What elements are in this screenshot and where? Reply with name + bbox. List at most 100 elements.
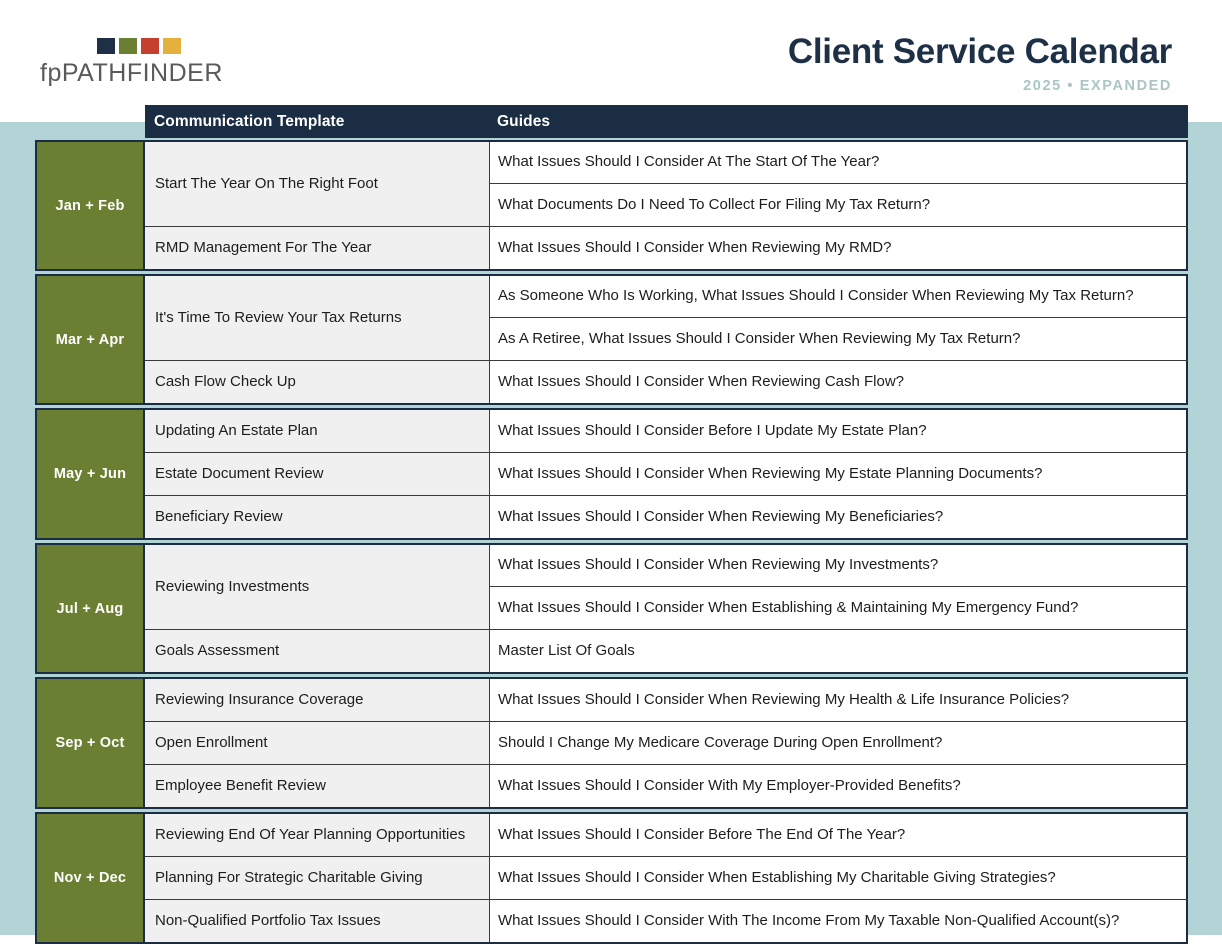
table-row: Open Enrollment Should I Change My Medica… [145, 722, 1188, 765]
logo-swatch-4 [163, 38, 181, 54]
guide-cell[interactable]: What Issues Should I Consider When Revie… [490, 545, 1186, 587]
logo-swatch-1 [97, 38, 115, 54]
communication-template-cell: It's Time To Review Your Tax Returns [145, 276, 490, 360]
section-rows: Reviewing Insurance Coverage What Issues … [145, 679, 1188, 807]
communication-template-cell: Estate Document Review [145, 453, 490, 495]
communication-template-cell: Employee Benefit Review [145, 765, 490, 807]
section-rows: Reviewing Investments What Issues Should … [145, 545, 1188, 672]
guide-cell[interactable]: What Issues Should I Consider Before The… [490, 814, 1186, 856]
guides-column: What Issues Should I Consider When Revie… [490, 679, 1188, 721]
page-header: fpPATHFINDER Client Service Calendar 202… [0, 0, 1222, 122]
communication-template-cell: Non-Qualified Portfolio Tax Issues [145, 900, 490, 942]
calendar-section: Mar + Apr It's Time To Review Your Tax Re… [35, 274, 1188, 405]
guides-column: What Issues Should I Consider At The Sta… [490, 142, 1188, 226]
guide-cell[interactable]: What Issues Should I Consider With My Em… [490, 765, 1186, 807]
communication-template-cell: Reviewing Investments [145, 545, 490, 629]
communication-template-cell: Beneficiary Review [145, 496, 490, 538]
table-row: Reviewing Investments What Issues Should … [145, 545, 1188, 630]
communication-template-cell: RMD Management For The Year [145, 227, 490, 269]
table-row: Updating An Estate Plan What Issues Shoul… [145, 410, 1188, 453]
table-row: Estate Document Review What Issues Should… [145, 453, 1188, 496]
guides-column: What Issues Should I Consider When Estab… [490, 857, 1188, 899]
guide-cell[interactable]: What Issues Should I Consider Before I U… [490, 410, 1186, 452]
calendar-section: Sep + Oct Reviewing Insurance Coverage Wha… [35, 677, 1188, 809]
guides-column: What Issues Should I Consider When Revie… [490, 496, 1188, 538]
column-header-guides: Guides [497, 112, 551, 130]
table-row: RMD Management For The Year What Issues S… [145, 227, 1188, 269]
month-label-cell: Nov + Dec [35, 814, 145, 942]
guide-cell[interactable]: What Issues Should I Consider When Revie… [490, 496, 1186, 538]
logo-wordmark-main: PATHFINDER [61, 59, 223, 87]
section-rows: Reviewing End Of Year Planning Opportuni… [145, 814, 1188, 942]
guides-column: What Issues Should I Consider When Revie… [490, 227, 1188, 269]
fppathfinder-logo: fpPATHFINDER [40, 38, 300, 88]
guide-cell[interactable]: What Issues Should I Consider At The Sta… [490, 142, 1186, 184]
month-label-cell: Jan + Feb [35, 142, 145, 269]
guides-column: Should I Change My Medicare Coverage Dur… [490, 722, 1188, 764]
guides-column: What Issues Should I Consider When Revie… [490, 361, 1188, 403]
guide-cell[interactable]: What Documents Do I Need To Collect For … [490, 184, 1186, 226]
table-row: Reviewing Insurance Coverage What Issues … [145, 679, 1188, 722]
guide-cell[interactable]: What Issues Should I Consider When Revie… [490, 679, 1186, 721]
table-row: Start The Year On The Right Foot What Iss… [145, 142, 1188, 227]
table-row: Employee Benefit Review What Issues Shoul… [145, 765, 1188, 807]
guides-column: What Issues Should I Consider With The I… [490, 900, 1188, 942]
guide-cell[interactable]: Should I Change My Medicare Coverage Dur… [490, 722, 1186, 764]
logo-wordmark: fpPATHFINDER [40, 59, 300, 88]
table-body: Jan + Feb Start The Year On The Right Foo… [35, 140, 1188, 944]
guide-cell[interactable]: What Issues Should I Consider When Estab… [490, 857, 1186, 899]
guide-cell[interactable]: Master List Of Goals [490, 630, 1186, 672]
guides-column: What Issues Should I Consider Before I U… [490, 410, 1188, 452]
communication-template-cell: Planning For Strategic Charitable Giving [145, 857, 490, 899]
month-label-cell: May + Jun [35, 410, 145, 538]
page-root: fpPATHFINDER Client Service Calendar 202… [0, 0, 1222, 944]
month-label-cell: Mar + Apr [35, 276, 145, 403]
communication-template-cell: Cash Flow Check Up [145, 361, 490, 403]
table-row: Goals Assessment Master List Of Goals [145, 630, 1188, 672]
table-header-row: Communication Template Guides [145, 105, 1188, 138]
communication-template-cell: Reviewing Insurance Coverage [145, 679, 490, 721]
logo-swatch-group [97, 38, 300, 54]
table-row: Reviewing End Of Year Planning Opportuni… [145, 814, 1188, 857]
guide-cell[interactable]: What Issues Should I Consider When Estab… [490, 587, 1186, 629]
guides-column: What Issues Should I Consider When Revie… [490, 545, 1188, 629]
title-block: Client Service Calendar 2025 • EXPANDED [788, 32, 1172, 94]
communication-template-cell: Open Enrollment [145, 722, 490, 764]
calendar-section: Jul + Aug Reviewing Investments What Issue… [35, 543, 1188, 674]
table-row: Cash Flow Check Up What Issues Should I C… [145, 361, 1188, 403]
calendar-section: May + Jun Updating An Estate Plan What Iss… [35, 408, 1188, 540]
guide-cell[interactable]: As A Retiree, What Issues Should I Consi… [490, 318, 1186, 360]
section-rows: Updating An Estate Plan What Issues Shoul… [145, 410, 1188, 538]
page-subtitle: 2025 • EXPANDED [1023, 78, 1172, 95]
guide-cell[interactable]: What Issues Should I Consider When Revie… [490, 361, 1186, 403]
guides-column: Master List Of Goals [490, 630, 1188, 672]
month-label-cell: Sep + Oct [35, 679, 145, 807]
guides-column: What Issues Should I Consider With My Em… [490, 765, 1188, 807]
guide-cell[interactable]: What Issues Should I Consider With The I… [490, 900, 1186, 942]
section-rows: Start The Year On The Right Foot What Iss… [145, 142, 1188, 269]
logo-swatch-2 [119, 38, 137, 54]
client-service-calendar-table: Communication Template Guides Jan + Feb S… [35, 105, 1188, 947]
guide-cell[interactable]: What Issues Should I Consider When Revie… [490, 227, 1186, 269]
guides-column: What Issues Should I Consider Before The… [490, 814, 1188, 856]
guides-column: As Someone Who Is Working, What Issues S… [490, 276, 1188, 360]
calendar-section: Jan + Feb Start The Year On The Right Foo… [35, 140, 1188, 271]
guide-cell[interactable]: What Issues Should I Consider When Revie… [490, 453, 1186, 495]
month-label-cell: Jul + Aug [35, 545, 145, 672]
section-rows: It's Time To Review Your Tax Returns As S… [145, 276, 1188, 403]
logo-wordmark-prefix: fp [40, 59, 62, 87]
table-row: It's Time To Review Your Tax Returns As S… [145, 276, 1188, 361]
page-title: Client Service Calendar [787, 32, 1172, 71]
communication-template-cell: Goals Assessment [145, 630, 490, 672]
guide-cell[interactable]: As Someone Who Is Working, What Issues S… [490, 276, 1186, 318]
guides-column: What Issues Should I Consider When Revie… [490, 453, 1188, 495]
logo-swatch-3 [141, 38, 159, 54]
calendar-section: Nov + Dec Reviewing End Of Year Planning … [35, 812, 1188, 944]
communication-template-cell: Reviewing End Of Year Planning Opportuni… [145, 814, 490, 856]
communication-template-cell: Updating An Estate Plan [145, 410, 490, 452]
communication-template-cell: Start The Year On The Right Foot [145, 142, 490, 226]
column-header-communication-template: Communication Template [154, 112, 345, 130]
table-row: Planning For Strategic Charitable Giving… [145, 857, 1188, 900]
table-row: Non-Qualified Portfolio Tax Issues What I… [145, 900, 1188, 942]
table-row: Beneficiary Review What Issues Should I C… [145, 496, 1188, 538]
